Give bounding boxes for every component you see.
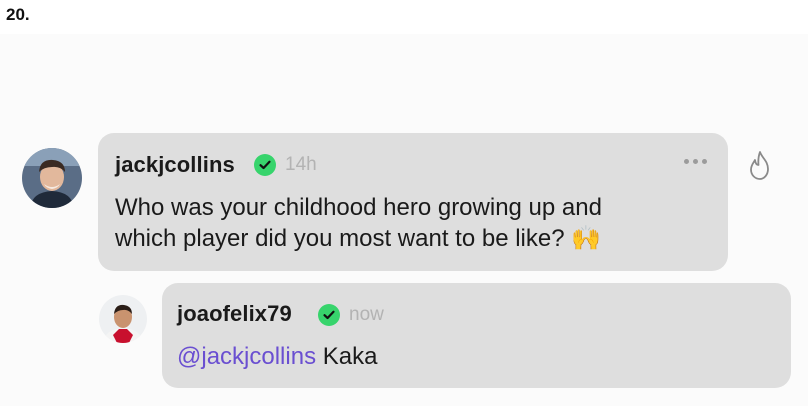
comment-username[interactable]: jackjcollins bbox=[115, 152, 235, 178]
fire-icon[interactable] bbox=[746, 150, 774, 187]
comment-text-line-2-text: which player did you most want to be lik… bbox=[115, 225, 565, 252]
avatar[interactable] bbox=[22, 148, 82, 208]
comment-timestamp: 14h bbox=[285, 154, 317, 175]
reply-body: Kaka bbox=[316, 343, 378, 370]
raising-hands-emoji: 🙌 bbox=[571, 225, 602, 252]
reply-text: @jackjcollins Kaka bbox=[177, 341, 377, 372]
comment-text-line-1: Who was your childhood hero growing up a… bbox=[115, 194, 602, 221]
reply-bubble bbox=[162, 283, 791, 388]
mention-link[interactable]: @jackjcollins bbox=[177, 343, 316, 370]
comment-text: Who was your childhood hero growing up a… bbox=[115, 192, 602, 254]
more-options-icon[interactable] bbox=[684, 159, 707, 164]
reply-avatar[interactable] bbox=[99, 295, 147, 343]
comment-text-line-2: which player did you most want to be lik… bbox=[115, 223, 602, 254]
reply-timestamp: now bbox=[349, 304, 384, 325]
verified-badge-icon bbox=[254, 154, 276, 176]
item-number: 20. bbox=[6, 5, 30, 24]
reply-username[interactable]: joaofelix79 bbox=[177, 301, 292, 327]
verified-badge-icon bbox=[318, 304, 340, 326]
